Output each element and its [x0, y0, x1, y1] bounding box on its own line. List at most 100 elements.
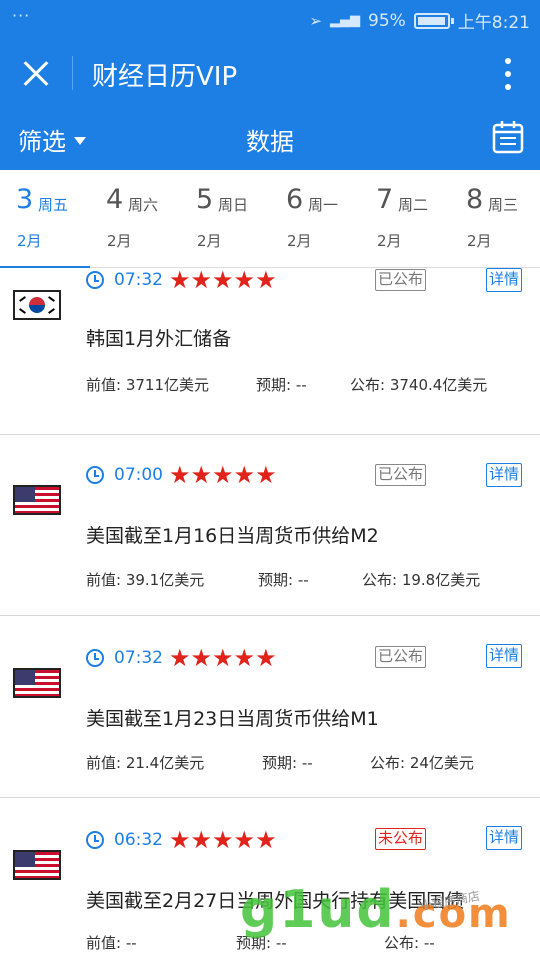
- caret-down-icon: [74, 136, 86, 145]
- date-tab-weekday: 周日: [218, 196, 249, 214]
- event-previous: 前值: --: [86, 934, 137, 952]
- event-time-row: 07:32 ★★★★★: [86, 644, 277, 672]
- event-actual: 公布: 19.8亿美元: [362, 571, 481, 589]
- status-badge: 已公布: [375, 464, 427, 486]
- trigram-icon: [48, 308, 55, 314]
- south-korea-flag-icon: [13, 290, 61, 320]
- date-tab-day: 3: [16, 184, 34, 215]
- flag-canton: [15, 487, 35, 502]
- trigram-icon: [19, 308, 26, 314]
- event-time: 07:32: [114, 270, 163, 290]
- event-title: 韩国1月外汇储备: [86, 328, 232, 350]
- usa-flag-icon: [13, 850, 61, 880]
- importance-stars: ★★★★★: [169, 644, 277, 672]
- date-tab-bar: 3 周五 2月 4 周六 2月 5 周日 2月 6 周一 2月 7 周二 2月 …: [0, 170, 540, 269]
- importance-stars: ★★★★★: [169, 826, 277, 854]
- date-tab-weekday: 周一: [308, 196, 339, 214]
- status-badge: 已公布: [375, 269, 427, 291]
- title-bar: 财经日历VIP: [0, 38, 540, 108]
- event-item[interactable]: 07:00 ★★★★★ 已公布 详情 美国截至1月16日当周货币供给M2 前值:…: [0, 435, 540, 616]
- event-title: 美国截至1月16日当周货币供给M2: [86, 525, 379, 547]
- more-menu-button[interactable]: [498, 54, 518, 94]
- flag-canton: [15, 670, 35, 685]
- status-bar-right: ➢ ▂▄▆ 95% 上午8:21: [309, 8, 530, 34]
- date-tab[interactable]: 5 周日 2月: [180, 170, 270, 268]
- date-tab-month: 2月: [467, 232, 492, 250]
- event-item[interactable]: 07:32 ★★★★★ 已公布 详情 美国截至1月23日当周货币供给M1 前值:…: [0, 616, 540, 798]
- event-time: 07:00: [114, 465, 163, 485]
- event-time-row: 06:32 ★★★★★: [86, 826, 277, 854]
- flag-canton: [15, 852, 35, 867]
- event-forecast: 预期: --: [256, 376, 307, 394]
- event-time-row: 07:32 ★★★★★: [86, 268, 277, 294]
- event-previous: 前值: 21.4亿美元: [86, 754, 205, 772]
- more-dot-icon: [505, 58, 511, 64]
- date-tab[interactable]: 6 周一 2月: [270, 170, 360, 268]
- date-tab-month: 2月: [287, 232, 312, 250]
- calendar-icon[interactable]: [492, 120, 524, 154]
- event-previous: 前值: 3711亿美元: [86, 376, 209, 394]
- clock-icon: [86, 271, 104, 289]
- battery-percent: 95%: [368, 10, 406, 31]
- clock-time: 上午8:21: [457, 13, 530, 33]
- clock-icon: [86, 649, 104, 667]
- event-time: 07:32: [114, 648, 163, 668]
- date-tab-day: 6: [286, 184, 304, 215]
- watermark-main: g1ud: [240, 880, 396, 940]
- event-time: 06:32: [114, 830, 163, 850]
- date-tab[interactable]: 4 周六 2月: [90, 170, 180, 268]
- more-dot-icon: [505, 71, 511, 77]
- event-previous: 前值: 39.1亿美元: [86, 571, 205, 589]
- clock-icon: [86, 466, 104, 484]
- detail-button[interactable]: 详情: [486, 644, 523, 668]
- event-time-row: 07:00 ★★★★★: [86, 461, 277, 489]
- date-tab-month: 2月: [17, 232, 42, 250]
- battery-fill: [417, 16, 445, 25]
- date-tab-weekday: 周二: [398, 196, 429, 214]
- event-forecast: 预期: --: [258, 571, 309, 589]
- date-tab-month: 2月: [197, 232, 222, 250]
- event-title: 美国截至1月23日当周货币供给M1: [86, 708, 379, 730]
- importance-stars: ★★★★★: [169, 461, 277, 489]
- status-bar: ··· ➢ ▂▄▆ 95% 上午8:21: [0, 0, 540, 38]
- signal-icon: ▂▄▆: [330, 13, 361, 28]
- importance-stars: ★★★★★: [169, 268, 277, 294]
- date-tab-weekday: 周六: [128, 196, 159, 214]
- more-dot-icon: [505, 84, 511, 90]
- filter-button[interactable]: 筛选: [18, 122, 86, 157]
- date-tab-month: 2月: [107, 232, 132, 250]
- date-tab-weekday: 周三: [488, 196, 519, 214]
- notification-dots: ···: [12, 6, 31, 25]
- usa-flag-icon: [13, 668, 61, 698]
- sub-toolbar: 数据 筛选: [0, 108, 540, 170]
- filter-label: 筛选: [18, 128, 66, 156]
- detail-button[interactable]: 详情: [486, 463, 523, 487]
- trigram-icon: [19, 296, 26, 302]
- send-icon: ➢: [309, 11, 323, 30]
- close-button[interactable]: [16, 54, 56, 94]
- date-tab-day: 8: [466, 184, 484, 215]
- date-tab-day: 5: [196, 184, 214, 215]
- status-badge: 未公布: [375, 828, 427, 850]
- status-badge: 已公布: [375, 646, 427, 668]
- event-item[interactable]: 07:32 ★★★★★ 已公布 详情 韩国1月外汇储备 前值: 3711亿美元 …: [0, 268, 540, 435]
- date-tab[interactable]: 7 周二 2月: [360, 170, 450, 268]
- trigram-icon: [48, 296, 55, 302]
- clock-icon: [86, 831, 104, 849]
- event-list[interactable]: 07:32 ★★★★★ 已公布 详情 韩国1月外汇储备 前值: 3711亿美元 …: [0, 268, 540, 960]
- detail-button[interactable]: 详情: [486, 826, 523, 850]
- battery-icon: [413, 12, 454, 29]
- event-actual: 公布: 3740.4亿美元: [350, 376, 488, 394]
- taeguk-icon: [29, 297, 45, 313]
- usa-flag-icon: [13, 485, 61, 515]
- date-tab-day: 7: [376, 184, 394, 215]
- title-divider: [72, 56, 73, 90]
- date-tab[interactable]: 8 周三 2月: [450, 170, 540, 268]
- date-tab[interactable]: 3 周五 2月: [0, 170, 90, 269]
- date-tab-day: 4: [106, 184, 124, 215]
- date-tab-weekday: 周五: [38, 196, 69, 214]
- date-tab-month: 2月: [377, 232, 402, 250]
- page-title: 财经日历VIP: [92, 62, 238, 92]
- detail-button[interactable]: 详情: [486, 268, 523, 292]
- event-forecast: 预期: --: [262, 754, 313, 772]
